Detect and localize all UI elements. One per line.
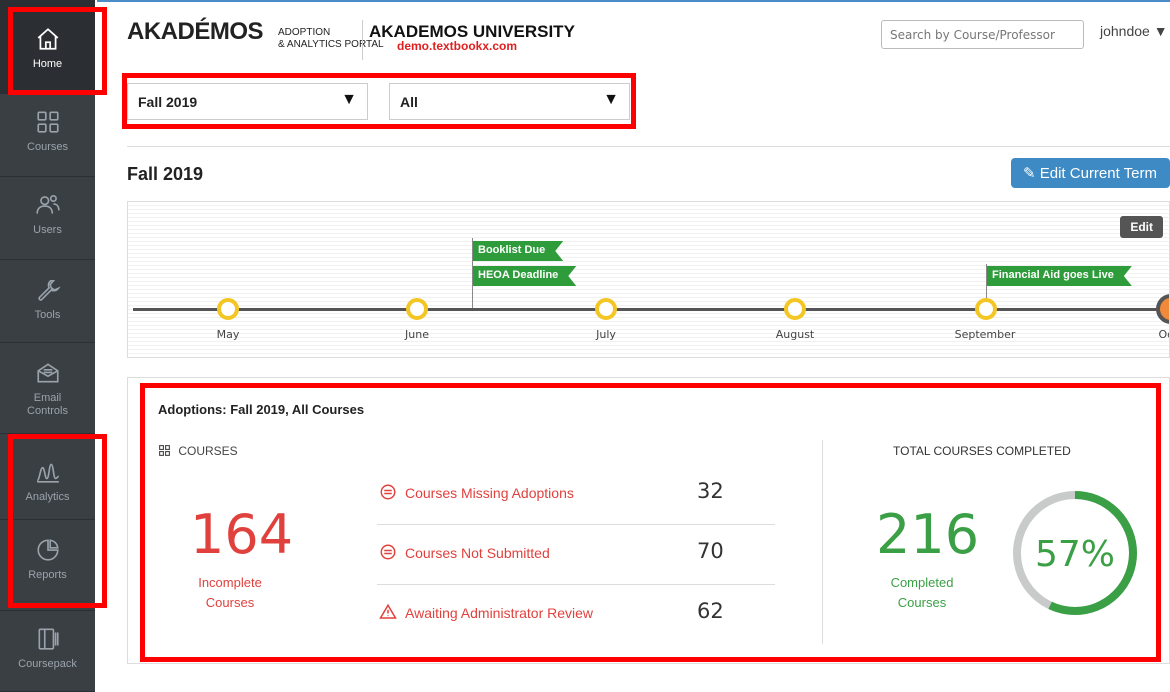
completed-label-line-1: Completed bbox=[890, 575, 954, 590]
incomplete-label: Incomplete Courses bbox=[180, 573, 280, 613]
metric-row-not-submitted[interactable]: Courses Not Submitted 70 bbox=[377, 525, 775, 585]
scope-select[interactable]: All ▼ bbox=[389, 83, 630, 120]
edit-current-term-button[interactable]: ✎ Edit Current Term bbox=[1011, 158, 1170, 188]
metric-row-awaiting-review[interactable]: Awaiting Administrator Review 62 bbox=[377, 585, 775, 645]
sidebar-item-coursepack[interactable]: Coursepack bbox=[0, 612, 95, 692]
sidebar-item-tools[interactable]: Tools bbox=[0, 261, 95, 343]
header: AKADÉMOS ADOPTION & ANALYTICS PORTAL AKA… bbox=[97, 0, 1170, 65]
sidebar-item-label: Coursepack bbox=[18, 658, 77, 670]
brand-subtitle: ADOPTION & ANALYTICS PORTAL bbox=[278, 27, 384, 51]
home-icon bbox=[37, 28, 58, 50]
edit-current-term-label: Edit Current Term bbox=[1039, 165, 1158, 182]
sidebar-item-email-controls[interactable]: Email Controls bbox=[0, 344, 95, 434]
month-label: July bbox=[596, 328, 616, 341]
metric-label: Courses Missing Adoptions bbox=[405, 485, 574, 501]
term-timeline: Edit Booklist Due HEOA Deadline Financia… bbox=[127, 201, 1170, 358]
flag-booklist-due[interactable]: Booklist Due bbox=[473, 241, 563, 261]
sidebar-item-label: Courses bbox=[27, 141, 68, 153]
brand-logo: AKADÉMOS bbox=[127, 18, 264, 45]
metric-label: Awaiting Administrator Review bbox=[405, 605, 594, 621]
sidebar-item-label: Analytics bbox=[25, 491, 70, 503]
pencil-icon: ✎ bbox=[1023, 165, 1036, 182]
month-label: August bbox=[775, 328, 815, 341]
brand-subtitle-line-1: ADOPTION bbox=[278, 27, 331, 38]
completion-donut: 57% bbox=[1013, 491, 1137, 615]
grid-icon bbox=[159, 445, 170, 456]
user-menu[interactable]: johndoe ▼ bbox=[1100, 23, 1168, 39]
sidebar-item-home[interactable]: Home bbox=[0, 0, 95, 94]
sidebar-item-label: Reports bbox=[28, 569, 67, 581]
timeline-marker-june[interactable] bbox=[406, 298, 428, 320]
metric-row-missing-adoptions[interactable]: Courses Missing Adoptions 32 bbox=[377, 465, 775, 525]
month-label: May bbox=[216, 328, 240, 341]
term-title: Fall 2019 bbox=[127, 164, 204, 184]
metric-label: Courses Not Submitted bbox=[405, 545, 550, 561]
flag-financial-aid-live[interactable]: Financial Aid goes Live bbox=[987, 266, 1132, 286]
no-entry-icon bbox=[380, 484, 396, 500]
brand-subtitle-line-2: & ANALYTICS PORTAL bbox=[278, 39, 384, 50]
sidebar-item-label: Tools bbox=[34, 309, 61, 321]
month-label: June bbox=[405, 328, 429, 341]
sidebar-item-reports[interactable]: Reports bbox=[0, 521, 95, 611]
university-url[interactable]: demo.textbookx.com bbox=[397, 39, 517, 53]
incomplete-label-line-2: Courses bbox=[205, 595, 255, 610]
sidebar-item-label: Home bbox=[32, 58, 63, 70]
incomplete-count[interactable]: 164 bbox=[190, 503, 293, 566]
courses-header: COURSES bbox=[158, 444, 238, 458]
timeline-marker-september[interactable] bbox=[975, 298, 997, 320]
timeline-edit-button[interactable]: Edit bbox=[1120, 216, 1163, 238]
term-select[interactable]: Fall 2019 ▼ bbox=[127, 83, 368, 120]
analytics-icon bbox=[36, 463, 59, 483]
adoptions-title: Adoptions: Fall 2019, All Courses bbox=[158, 402, 365, 417]
wrench-icon bbox=[37, 279, 61, 301]
sidebar-item-label: Users bbox=[33, 224, 62, 236]
timeline-marker-august[interactable] bbox=[784, 298, 806, 320]
metric-value: 62 bbox=[697, 599, 724, 623]
card-divider bbox=[822, 440, 823, 644]
grid-icon bbox=[36, 111, 59, 133]
flag-pole bbox=[472, 238, 473, 310]
sidebar-item-label: Email Controls bbox=[27, 392, 68, 417]
metric-value: 32 bbox=[697, 479, 724, 503]
coursepack-icon bbox=[38, 628, 59, 650]
email-icon bbox=[36, 363, 59, 383]
warning-icon bbox=[379, 603, 397, 619]
sidebar-item-courses[interactable]: Courses bbox=[0, 95, 95, 177]
month-label: September bbox=[954, 328, 1016, 341]
caret-down-icon: ▼ bbox=[603, 91, 619, 108]
completed-label-line-2: Courses bbox=[897, 595, 947, 610]
courses-header-label: COURSES bbox=[178, 444, 238, 458]
divider bbox=[127, 146, 1170, 147]
sidebar-item-users[interactable]: Users bbox=[0, 178, 95, 260]
completed-label: Completed Courses bbox=[872, 573, 972, 613]
no-entry-icon bbox=[380, 544, 396, 560]
users-icon bbox=[35, 194, 60, 214]
pie-chart-icon bbox=[36, 539, 59, 561]
caret-down-icon: ▼ bbox=[341, 91, 357, 108]
search-input[interactable]: Search by Course/Professor bbox=[881, 20, 1084, 49]
sidebar-item-analytics[interactable]: Analytics bbox=[0, 435, 95, 520]
term-select-value: Fall 2019 bbox=[138, 94, 198, 110]
flag-heoa-deadline[interactable]: HEOA Deadline bbox=[473, 266, 576, 286]
completed-count[interactable]: 216 bbox=[876, 503, 979, 566]
percent-label: 57% bbox=[1035, 534, 1115, 575]
metric-value: 70 bbox=[697, 539, 724, 563]
timeline-marker-current[interactable] bbox=[1156, 294, 1169, 324]
sidebar: Home Courses Users Tools Email Controls … bbox=[0, 0, 95, 692]
month-label: Oct bbox=[1158, 328, 1169, 341]
brand-divider bbox=[362, 20, 363, 60]
timeline-marker-july[interactable] bbox=[595, 298, 617, 320]
total-completed-header: TOTAL COURSES COMPLETED bbox=[893, 444, 1071, 458]
incomplete-label-line-1: Incomplete bbox=[198, 575, 262, 590]
timeline-axis bbox=[133, 308, 1169, 311]
scope-select-value: All bbox=[400, 94, 418, 110]
timeline-marker-may[interactable] bbox=[217, 298, 239, 320]
